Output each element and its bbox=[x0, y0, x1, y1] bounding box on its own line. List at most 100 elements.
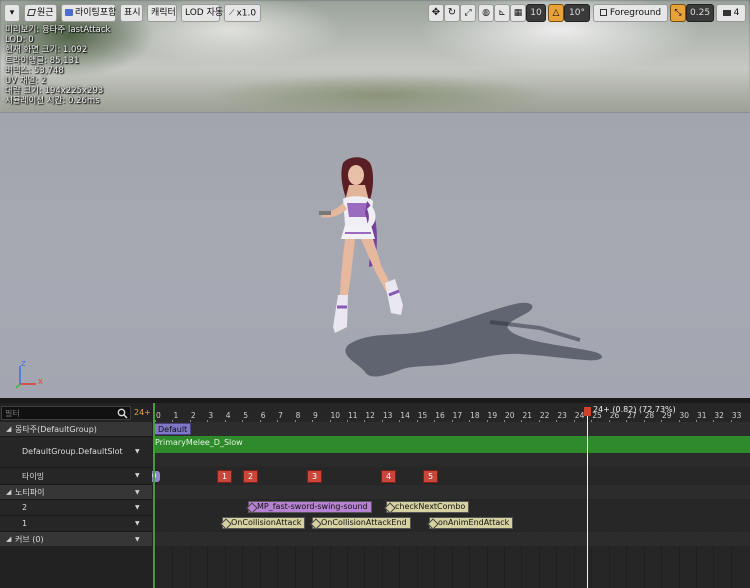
timeline[interactable]: 0 1 2 3 4 5 6 7 8 9 10 11 12 13 14 15 16 17 18 19 20 21 22 23 24… bbox=[152, 403, 750, 588]
world-local-button[interactable]: ◍ bbox=[478, 4, 494, 22]
tick-label: 31 bbox=[696, 411, 707, 420]
dropdown-arrow-icon[interactable]: ▼ bbox=[135, 448, 140, 455]
character-button[interactable]: 캐릭터 bbox=[147, 4, 177, 22]
track-slot[interactable]: DefaultGroup.DefaultSlot ▼ bbox=[0, 437, 152, 467]
track-label: 노티파이 bbox=[15, 488, 45, 497]
track-timing[interactable]: 타이밍 ▼ bbox=[0, 468, 152, 484]
playhead-line[interactable] bbox=[587, 413, 588, 588]
tick-label: 12 bbox=[365, 411, 375, 420]
grid-snap-value[interactable]: 10 bbox=[526, 4, 546, 22]
grid-snap-button[interactable]: ▦ bbox=[510, 4, 526, 22]
curves-lane bbox=[153, 532, 750, 546]
playback-speed-button[interactable]: ⟋ x1.0 bbox=[224, 4, 261, 22]
timing-marker[interactable]: 3 bbox=[307, 470, 322, 483]
tick-label: 4 bbox=[225, 411, 231, 420]
notify-lane-1[interactable]: OnCollisionAttack OnCollisionAttackEnd o… bbox=[153, 516, 750, 531]
timing-marker[interactable]: 1 bbox=[217, 470, 232, 483]
tick-label: 14 bbox=[400, 411, 410, 420]
track-label: 2 bbox=[22, 503, 28, 512]
tick-label: 10 bbox=[330, 411, 341, 420]
section-lane[interactable]: Default bbox=[153, 422, 750, 436]
dropdown-arrow-icon[interactable]: ▼ bbox=[135, 504, 140, 511]
dropdown-arrow-icon[interactable]: ▼ bbox=[135, 472, 140, 479]
track-list: 24+ ◢ 몽타주(DefaultGroup) DefaultGroup.Def… bbox=[0, 403, 153, 588]
track-notify-1[interactable]: 1 ▼ bbox=[0, 516, 152, 531]
tick-label: 3 bbox=[208, 411, 214, 420]
tick-label: 1 bbox=[173, 411, 179, 420]
tick-label: 15 bbox=[417, 411, 428, 420]
perspective-button[interactable]: 원근 bbox=[24, 4, 57, 22]
tick-label: 22 bbox=[539, 411, 550, 420]
filter-input[interactable] bbox=[1, 406, 131, 420]
lod-button[interactable]: LOD 자동 bbox=[181, 4, 223, 22]
playhead-handle[interactable] bbox=[584, 407, 591, 416]
viewport-toolbar: ▾ 원근 라이팅포함 표시 캐릭터 LOD 자동 ⟋ x1.0 ✥ ↻ ⤢ ◍ ⊾… bbox=[0, 4, 750, 22]
camera-speed-button[interactable]: 4 bbox=[716, 4, 746, 22]
axis-x-label: X bbox=[38, 378, 43, 386]
tick-label: 6 bbox=[260, 411, 266, 420]
notify-event[interactable]: OnCollisionAttackEnd bbox=[312, 517, 411, 529]
dropdown-arrow-icon[interactable]: ▼ bbox=[135, 536, 140, 543]
timing-marker[interactable]: 2 bbox=[243, 470, 258, 483]
timing-marker[interactable]: 5 bbox=[423, 470, 438, 483]
tick-label: 18 bbox=[470, 411, 480, 420]
globe-icon: ◍ bbox=[482, 8, 490, 18]
surface-snap-icon: ⊾ bbox=[498, 8, 506, 18]
speed-label: x1.0 bbox=[236, 8, 257, 19]
rotate-tool-button[interactable]: ↻ bbox=[444, 4, 460, 22]
dropdown-arrow-icon[interactable]: ▼ bbox=[135, 489, 140, 496]
track-label: 1 bbox=[22, 519, 28, 528]
tick-label: 16 bbox=[435, 411, 445, 420]
camera-icon bbox=[722, 9, 731, 16]
character-model bbox=[319, 157, 403, 333]
layer-button[interactable]: Foreground bbox=[593, 4, 668, 22]
preview-viewport[interactable]: Z X 미리보기: 융타주 lastAttack LOD: 0 현재 화면 크기… bbox=[0, 0, 750, 398]
montage-panel: 24+ ◢ 몽타주(DefaultGroup) DefaultGroup.Def… bbox=[0, 403, 750, 588]
rotate-snap-value[interactable]: 10° bbox=[564, 4, 590, 22]
collapse-arrow-icon[interactable]: ◢ bbox=[6, 535, 11, 543]
stat-line: 시뮬레이션 시간: 0.26ms bbox=[5, 96, 100, 107]
notify-event[interactable]: OnCollisionAttack bbox=[222, 517, 306, 529]
timing-marker[interactable]: 4 bbox=[381, 470, 396, 483]
search-icon bbox=[117, 408, 128, 419]
notify-event[interactable]: checkNextCombo bbox=[386, 501, 470, 513]
tick-label: 24 bbox=[574, 411, 585, 420]
viewport-menu-button[interactable]: ▾ bbox=[4, 4, 20, 22]
track-notifies[interactable]: ◢ 노티파이 ▼ bbox=[0, 485, 152, 499]
dropdown-arrow-icon[interactable]: ▼ bbox=[135, 520, 140, 527]
move-icon: ✥ bbox=[431, 7, 441, 18]
scale-tool-button[interactable]: ⤢ bbox=[460, 4, 476, 22]
lighting-button[interactable]: 라이팅포함 bbox=[61, 4, 116, 22]
track-notify-2[interactable]: 2 ▼ bbox=[0, 500, 152, 515]
tick-label: 9 bbox=[313, 411, 318, 420]
show-button[interactable]: 표시 bbox=[120, 4, 143, 22]
slot-lane-lower bbox=[153, 453, 750, 467]
section-tag[interactable]: Default bbox=[154, 423, 192, 435]
layer-icon bbox=[599, 9, 607, 16]
lighting-icon bbox=[65, 9, 73, 16]
scale-snap-value[interactable]: 0.25 bbox=[686, 4, 714, 22]
tick-label: 7 bbox=[278, 411, 283, 420]
track-curves[interactable]: ◢ 커브 (0) ▼ bbox=[0, 532, 152, 546]
notify-event[interactable]: onAnimEndAttack bbox=[429, 517, 514, 529]
tick-label: 13 bbox=[382, 411, 393, 420]
rotate-icon: ↻ bbox=[447, 7, 457, 18]
translate-tool-button[interactable]: ✥ bbox=[428, 4, 444, 22]
surface-snap-button[interactable]: ⊾ bbox=[494, 4, 510, 22]
notify-lane-2[interactable]: MP_fast-sword-swing-sound checkNextCombo bbox=[153, 500, 750, 515]
collapse-arrow-icon[interactable]: ◢ bbox=[6, 425, 11, 433]
grid-icon: ▦ bbox=[513, 8, 523, 18]
stat-line: LOD: 0 bbox=[5, 35, 34, 46]
rotate-snap-button[interactable]: △ bbox=[548, 4, 564, 22]
scale-snap-button[interactable]: ⤡ bbox=[670, 4, 686, 22]
track-label: 커브 (0) bbox=[15, 535, 44, 544]
track-montage-group[interactable]: ◢ 몽타주(DefaultGroup) bbox=[0, 422, 152, 436]
tick-label: 21 bbox=[522, 411, 532, 420]
stat-line: 미리보기: 융타주 lastAttack bbox=[5, 25, 111, 35]
notify-event[interactable]: MP_fast-sword-swing-sound bbox=[248, 501, 372, 513]
stat-line: 현재 화면 크기: 1.092 bbox=[5, 45, 88, 56]
slot-lane[interactable]: PrimaryMelee_D_Slow bbox=[153, 436, 750, 453]
slot-animation[interactable]: PrimaryMelee_D_Slow bbox=[155, 438, 243, 447]
collapse-arrow-icon[interactable]: ◢ bbox=[6, 488, 11, 496]
tick-label: 19 bbox=[487, 411, 498, 420]
